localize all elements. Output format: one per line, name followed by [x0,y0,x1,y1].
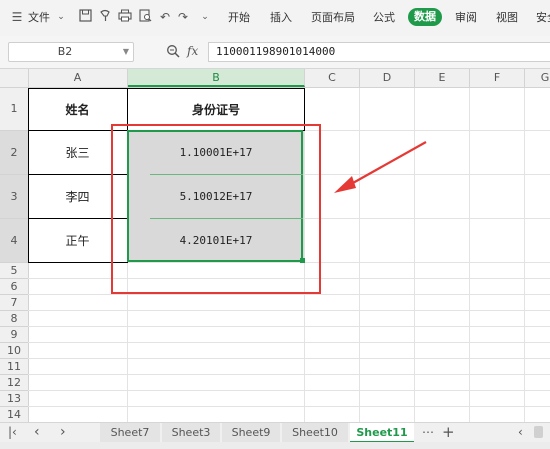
table-border [28,88,29,263]
sheet-tab[interactable]: Sheet7 [100,423,160,443]
function-fx-icon[interactable]: fx [187,42,198,60]
file-menu[interactable]: 文件 [28,9,50,27]
row-header-4[interactable]: 4 [0,219,28,263]
row-header-1[interactable]: 1 [0,88,28,131]
ribbon-toolbar: ☰ 文件 ⌄ ↶ ↷ ⌄ 开始 插入 页面布局 公式 数据 审阅 视图 安全 [0,0,550,37]
chevron-down-icon[interactable]: ⌄ [54,9,68,25]
more-sheets-icon[interactable]: ⋯ [422,425,434,439]
annotation-highlight-box [111,124,321,294]
row-header-2[interactable]: 2 [0,131,28,175]
name-box[interactable]: B2 ▼ [8,42,134,62]
table-border [28,88,305,89]
row-header-3[interactable]: 3 [0,175,28,219]
column-header-b[interactable]: B [128,69,305,87]
row-header-10[interactable]: 10 [0,343,28,359]
annotation-arrow-icon [334,141,427,193]
redo-icon[interactable]: ↷ [176,9,190,25]
horizontal-scrollbar[interactable] [534,426,543,438]
print-icon[interactable] [118,9,132,25]
tab-formulas[interactable]: 公式 [373,9,395,27]
chevron-down-icon[interactable]: ▼ [123,43,129,61]
row-header-13[interactable]: 13 [0,391,28,407]
sheet-tab[interactable]: Sheet9 [222,423,280,443]
sheet-tab-bar: |‹ ‹ › Sheet7 Sheet3 Sheet9 Sheet10 Shee… [0,422,550,443]
tab-security[interactable]: 安全 [536,9,550,27]
sheet-tab[interactable]: Sheet3 [162,423,220,443]
zoom-search-icon[interactable] [166,44,180,58]
status-bar [0,442,550,449]
scroll-left-icon[interactable]: ‹ [518,425,523,439]
tab-insert[interactable]: 插入 [270,9,292,27]
sheet-tab-active[interactable]: Sheet11 [350,423,414,443]
row-header-11[interactable]: 11 [0,359,28,375]
formula-content: 110001198901014000 [216,45,336,58]
formula-input[interactable]: 110001198901014000 [208,42,550,62]
row-header-12[interactable]: 12 [0,375,28,391]
name-box-value: B2 [57,45,73,58]
tab-review[interactable]: 审阅 [455,9,477,27]
column-header-bar: A B C D E F G [0,69,550,88]
select-all-corner[interactable] [0,69,29,87]
add-sheet-icon[interactable]: + [442,423,455,441]
menu-icon[interactable]: ☰ [10,9,24,25]
tab-view[interactable]: 视图 [496,9,518,27]
row-header-bar: 1 2 3 4 5 6 7 8 9 10 11 12 13 14 [0,88,29,423]
row-header-5[interactable]: 5 [0,263,28,279]
chevron-down-icon[interactable]: ⌄ [198,9,212,25]
row-header-14[interactable]: 14 [0,407,28,423]
next-sheet-icon[interactable]: › [60,424,66,440]
column-header-f[interactable]: F [470,69,525,87]
tab-data[interactable]: 数据 [408,8,442,26]
undo-icon[interactable]: ↶ [158,9,172,25]
first-sheet-icon[interactable]: |‹ [8,425,17,439]
row-header-7[interactable]: 7 [0,295,28,311]
row-header-8[interactable]: 8 [0,311,28,327]
column-header-d[interactable]: D [360,69,415,87]
column-header-g[interactable]: G [525,69,550,87]
sheet-tab[interactable]: Sheet10 [282,423,348,443]
column-header-a[interactable]: A [28,69,128,87]
column-header-e[interactable]: E [415,69,470,87]
formula-bar: B2 ▼ fx 110001198901014000 [0,36,550,69]
format-painter-icon[interactable] [98,9,112,25]
column-header-c[interactable]: C [305,69,360,87]
print-preview-icon[interactable] [138,9,152,25]
tab-page-layout[interactable]: 页面布局 [311,9,355,27]
save-icon[interactable] [78,9,92,25]
row-header-9[interactable]: 9 [0,327,28,343]
prev-sheet-icon[interactable]: ‹ [34,424,40,440]
tab-start[interactable]: 开始 [228,9,250,27]
row-header-6[interactable]: 6 [0,279,28,295]
